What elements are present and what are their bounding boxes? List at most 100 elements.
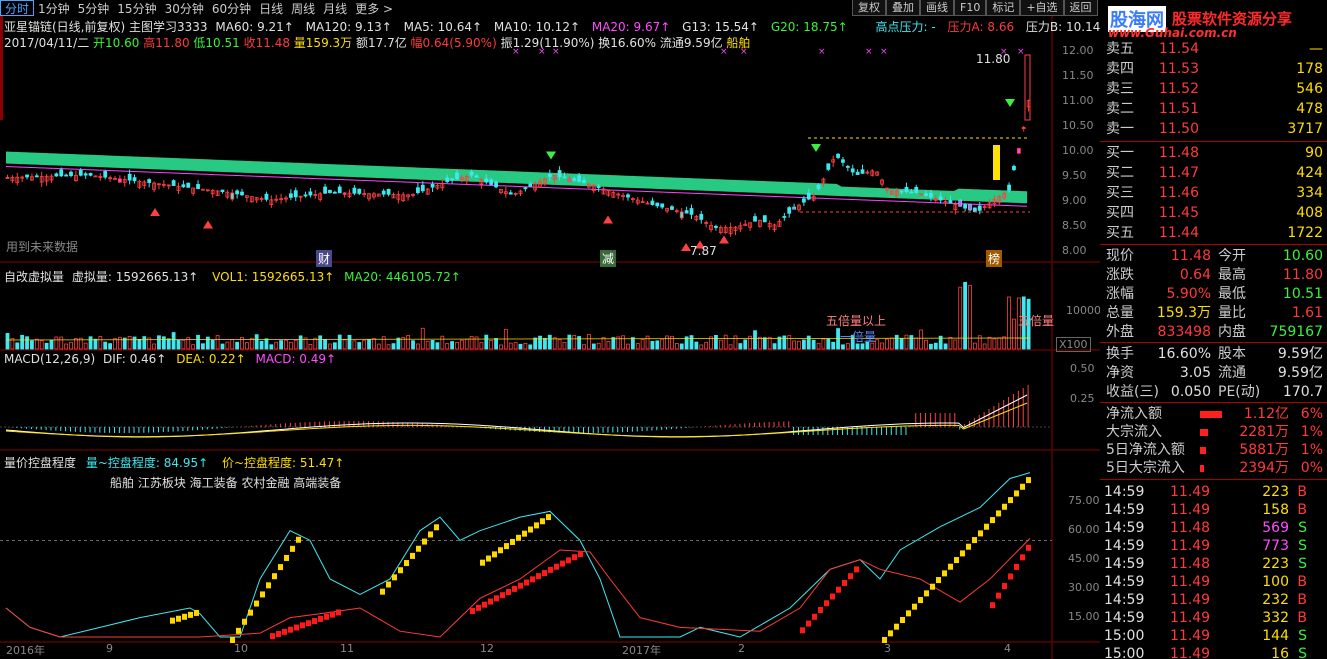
volume-bar — [562, 342, 567, 350]
candle-body — [303, 194, 308, 197]
mark-button[interactable]: 标记 — [986, 0, 1021, 16]
bid-price: 11.46 — [1158, 185, 1199, 201]
volume-bar — [679, 343, 684, 350]
quote-cell: 1.12亿 — [1243, 406, 1289, 422]
quote-cell: 2281万 — [1239, 424, 1289, 440]
chart-area[interactable]: × × × × × × × × × × — [0, 16, 1100, 659]
volume-bar — [1002, 336, 1007, 350]
volume-bar — [831, 341, 836, 350]
marker-bang[interactable]: 榜 — [986, 250, 1003, 267]
draw-button[interactable]: 画线 — [920, 0, 954, 16]
candle-body — [816, 184, 821, 190]
volume-bar — [494, 338, 498, 350]
pressure-label: 高点压力: - — [875, 20, 936, 34]
control-panel-header: 量价控盘程度 量~控盘程度: 84.95↑ 价~控盘程度: 51.47↑ — [4, 454, 344, 471]
volume-bar — [44, 342, 49, 350]
quote-cell: 332 — [1262, 610, 1289, 626]
volume-bar — [386, 344, 391, 350]
control-step — [854, 566, 859, 573]
candle-body — [528, 183, 533, 187]
quote-cell: 16.60% — [1157, 346, 1211, 362]
control-step — [524, 579, 529, 586]
tab-60min[interactable]: 60分钟 — [208, 1, 255, 17]
quote-cell: 现价 — [1106, 248, 1134, 264]
candle-body — [655, 202, 660, 207]
quote-cell: 卖五 — [1106, 41, 1134, 57]
quote-cell: 773 — [1262, 538, 1289, 554]
volume-bar — [899, 338, 904, 350]
pressure-b-label: 压力B: 10.14 — [1025, 20, 1101, 34]
control-step — [476, 604, 481, 611]
quote-panel: 卖五 11.54 — 卖四 11.53 178 卖三 11.52 546 卖二 11.51 478 卖一… — [1100, 38, 1327, 659]
quote-cell: 卖三 — [1106, 81, 1134, 97]
control-step — [918, 597, 923, 604]
candle-body — [1016, 148, 1021, 154]
quote-cell: 14:59 — [1104, 574, 1145, 590]
volume-bar — [655, 340, 660, 350]
volume-bar — [513, 342, 518, 350]
tab-monthly[interactable]: 月线 — [319, 1, 351, 17]
volume-unit: X100 — [1056, 337, 1091, 352]
tab-more[interactable]: 更多 > — [351, 1, 397, 17]
candle-body — [445, 177, 450, 183]
volume-bar — [1007, 296, 1011, 350]
tab-weekly[interactable]: 周线 — [287, 1, 319, 17]
overlay-button[interactable]: 叠加 — [886, 0, 920, 16]
volume-bar — [572, 335, 577, 350]
add-watchlist-button[interactable]: +自选 — [1020, 0, 1064, 16]
tab-1min[interactable]: 1分钟 — [34, 1, 74, 17]
tab-15min[interactable]: 15分钟 — [113, 1, 160, 17]
volume-bar — [533, 337, 538, 350]
control-step — [482, 601, 487, 608]
control-step — [1014, 490, 1019, 497]
quote-cell: 内盘 — [1218, 324, 1246, 340]
volume-bar — [689, 335, 694, 350]
volume-bar — [450, 341, 455, 350]
volume-bar — [982, 343, 987, 350]
volume-bar — [552, 337, 557, 350]
quote-cell: 569 — [1262, 520, 1289, 536]
control-step — [176, 615, 181, 622]
volume-bar — [484, 334, 489, 350]
candle-body — [582, 180, 586, 184]
volume-bar — [748, 335, 753, 350]
volume-bar — [929, 343, 933, 350]
volume-bar — [821, 338, 826, 350]
candle-body — [54, 173, 59, 177]
control-step — [284, 554, 289, 561]
control-step — [290, 545, 295, 552]
tab-fenshi[interactable]: 分时 — [0, 0, 35, 16]
back-button[interactable]: 返回 — [1063, 0, 1098, 16]
control-step — [996, 592, 1001, 599]
site-logo: 股海网 股票软件资源分享 www.Guhai.com.cn — [1100, 0, 1327, 38]
volume-bar — [455, 342, 459, 350]
quote-cell: 159.3万 — [1156, 305, 1211, 321]
volume-bar — [733, 335, 738, 350]
y-tick: 45.00 — [1068, 552, 1100, 565]
control-step — [380, 588, 385, 595]
candle-body — [689, 208, 694, 215]
volume-bar — [157, 335, 161, 350]
candle-body — [450, 178, 455, 181]
control-step — [972, 537, 977, 544]
candle-body — [714, 225, 718, 228]
marker-jian[interactable]: 减 — [600, 250, 617, 267]
candle-body — [547, 173, 552, 177]
quote-cell: 5日大宗流入 — [1106, 460, 1185, 476]
bar-open: 开10.60 — [93, 36, 140, 50]
candle-body — [332, 191, 337, 194]
volume-bar — [538, 335, 542, 350]
marker-cai[interactable]: 财 — [316, 250, 333, 267]
volume-bar — [645, 335, 650, 350]
fuquan-button[interactable]: 复权 — [852, 0, 886, 16]
volume-bar — [919, 329, 924, 350]
tab-daily[interactable]: 日线 — [255, 1, 287, 17]
tick-row: 14:59 11.49 158 B — [1100, 501, 1327, 519]
concept-tags: 船舶 江苏板块 海工装备 农村金融 高端装备 — [110, 476, 342, 490]
tab-30min[interactable]: 30分钟 — [161, 1, 208, 17]
candle-body — [782, 216, 787, 218]
f10-button[interactable]: F10 — [954, 0, 987, 16]
control-step — [912, 603, 917, 610]
tab-5min[interactable]: 5分钟 — [74, 1, 114, 17]
control-step — [894, 623, 899, 630]
